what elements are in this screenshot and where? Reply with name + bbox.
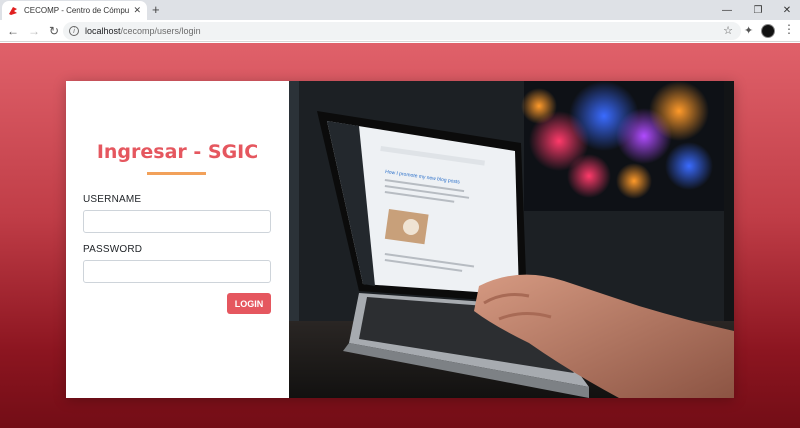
page-background: Ingresar - SGIC USERNAME PASSWORD LOGIN — [0, 43, 800, 428]
tab-close-icon[interactable]: ✕ — [133, 6, 141, 15]
laptop-photo: How I promote my new blog posts — [289, 81, 734, 398]
profile-avatar[interactable] — [761, 24, 775, 38]
login-title: Ingresar - SGIC — [96, 141, 259, 163]
tab-title: CECOMP - Centro de Cómputo U — [24, 6, 130, 15]
url-host: localhost — [85, 26, 121, 36]
login-button[interactable]: LOGIN — [227, 293, 271, 314]
url-path: /cecomp/users/login — [120, 26, 201, 36]
address-bar[interactable]: i localhost/cecomp/users/login ☆ — [63, 22, 741, 40]
login-panel: Ingresar - SGIC USERNAME PASSWORD LOGIN — [66, 81, 289, 398]
browser-menu-icon[interactable]: ⋮ — [783, 22, 795, 36]
laptop-photo-illustration: How I promote my new blog posts — [289, 81, 734, 398]
reload-icon[interactable]: ↻ — [46, 23, 62, 39]
forward-arrow-icon[interactable]: → — [26, 23, 42, 39]
password-input[interactable] — [83, 260, 271, 283]
browser-tab[interactable]: CECOMP - Centro de Cómputo U ✕ — [2, 1, 147, 20]
username-input[interactable] — [83, 210, 271, 233]
minimize-icon[interactable]: — — [712, 0, 742, 20]
title-underline — [147, 172, 206, 175]
password-label: PASSWORD — [83, 244, 143, 255]
site-favicon-icon — [9, 6, 17, 15]
bookmark-star-icon[interactable]: ☆ — [723, 24, 733, 37]
extensions-puzzle-icon[interactable]: ✦ — [744, 24, 753, 37]
browser-tab-bar: CECOMP - Centro de Cómputo U ✕ + — ❐ ✕ — [0, 0, 800, 20]
browser-toolbar: ← → ↻ i localhost/cecomp/users/login ☆ — [0, 20, 800, 42]
new-tab-button[interactable]: + — [152, 2, 160, 18]
site-info-icon[interactable]: i — [69, 26, 79, 36]
login-card: Ingresar - SGIC USERNAME PASSWORD LOGIN — [66, 81, 734, 398]
back-arrow-icon[interactable]: ← — [5, 23, 21, 39]
close-window-icon[interactable]: ✕ — [772, 0, 800, 20]
restore-icon[interactable]: ❐ — [743, 0, 773, 20]
username-label: USERNAME — [83, 194, 142, 205]
